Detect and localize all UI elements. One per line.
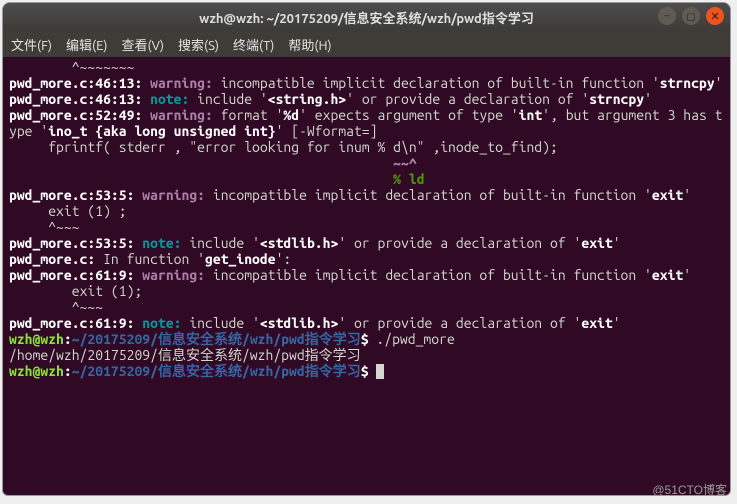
prompt-user: wzh@wzh [9,331,64,347]
prompt-dollar: $ [361,331,377,347]
msg: ' [715,75,723,91]
warning-label: warning: [142,107,220,123]
menu-file[interactable]: 文件(F) [9,33,54,56]
loc: pwd_more.c:61:9: [9,315,134,331]
maximize-button[interactable]: ◻ [682,7,700,25]
source-line: exit (1); [9,283,142,299]
menu-edit[interactable]: 编辑(E) [64,33,109,56]
type: int [519,107,543,123]
terminal-window: wzh@wzh: ~/20175209/信息安全系统/wzh/pwd指令学习 –… [2,2,731,496]
msg: ': [276,251,292,267]
msg: format ' [221,107,284,123]
func: get_inode [205,251,276,267]
ident: exit [581,315,612,331]
msg: In function ' [95,251,205,267]
prompt-user: wzh@wzh [9,363,64,379]
close-button[interactable]: ✕ [706,7,724,25]
msg: ' [683,267,691,283]
header: <stdlib.h> [260,315,338,331]
msg: include ' [197,91,268,107]
minimize-button[interactable]: – [658,7,676,25]
loc: pwd_more.c:53:5: [9,187,134,203]
prompt-path: ~/20175209/信息安全系统/wzh/pwd指令学习 [72,363,361,379]
msg: ' [644,91,652,107]
type: ino_t {aka long unsigned int} [48,123,275,139]
format: %d [283,107,299,123]
prompt-dollar: $ [361,363,377,379]
loc: pwd_more.c:46:13: [9,75,142,91]
warning-label: warning: [134,187,212,203]
loc: pwd_more.c:61:9: [9,267,134,283]
command: ./pwd_more [376,331,454,347]
msg: incompatible implicit declaration of bui… [213,187,652,203]
msg: ' or provide a declaration of ' [338,235,581,251]
output-line: /home/wzh/20175209/信息安全系统/wzh/pwd指令学习 [9,347,361,363]
window-title: wzh@wzh: ~/20175209/信息安全系统/wzh/pwd指令学习 [3,8,730,27]
prompt-colon: : [64,331,72,347]
ident: strncpy [660,75,715,91]
loc: pwd_more.c:52:49: [9,107,142,123]
menu-terminal[interactable]: 终端(T) [231,33,276,56]
msg: include ' [189,235,260,251]
loc: pwd_more.c:46:13: [9,91,142,107]
msg: ' [-Wformat=] [276,123,378,139]
prompt-path: ~/20175209/信息安全系统/wzh/pwd指令学习 [72,331,361,347]
source-line: fprintf( stderr , "error looking for inu… [9,139,558,155]
terminal-output[interactable]: ^~~~~~~~ pwd_more.c:46:13: warning: inco… [3,57,730,495]
msg: incompatible implicit declaration of bui… [213,267,652,283]
header: <stdlib.h> [260,235,338,251]
menu-view[interactable]: 查看(V) [120,33,166,56]
msg: include ' [189,315,260,331]
window-controls: – ◻ ✕ [658,7,724,25]
msg: ' [683,187,691,203]
warning-label: warning: [134,267,212,283]
note-label: note: [134,315,189,331]
msg: ' [613,315,621,331]
note-label: note: [134,235,189,251]
caret-line: ^~~~ [9,219,80,235]
prompt-colon: : [64,363,72,379]
loc: pwd_more.c: [9,251,95,267]
ident: exit [652,187,683,203]
loc: pwd_more.c:53:5: [9,235,134,251]
fixit-line: % ld [9,171,425,187]
caret-line: ^~~~~~~~ [9,59,134,75]
menu-search[interactable]: 搜索(S) [176,33,221,56]
watermark: @51CTO博客 [652,481,727,498]
ident: exit [581,235,612,251]
ident: exit [652,267,683,283]
menu-help[interactable]: 帮助(H) [286,33,333,56]
msg: incompatible implicit declaration of bui… [221,75,660,91]
caret-line: ~~^ [9,155,417,171]
msg: ' or provide a declaration of ' [338,315,581,331]
msg: ' or provide a declaration of ' [346,91,589,107]
msg: ' expects argument of type ' [299,107,519,123]
cursor [376,364,384,379]
ident: strncpy [589,91,644,107]
warning-label: warning: [142,75,220,91]
msg: ' [613,235,621,251]
caret-line: ^~~~ [9,299,103,315]
header: <string.h> [268,91,346,107]
source-line: exit (1) ; [9,203,127,219]
menu-bar: 文件(F) 编辑(E) 查看(V) 搜索(S) 终端(T) 帮助(H) [3,31,730,57]
note-label: note: [142,91,197,107]
title-bar[interactable]: wzh@wzh: ~/20175209/信息安全系统/wzh/pwd指令学习 –… [3,3,730,31]
